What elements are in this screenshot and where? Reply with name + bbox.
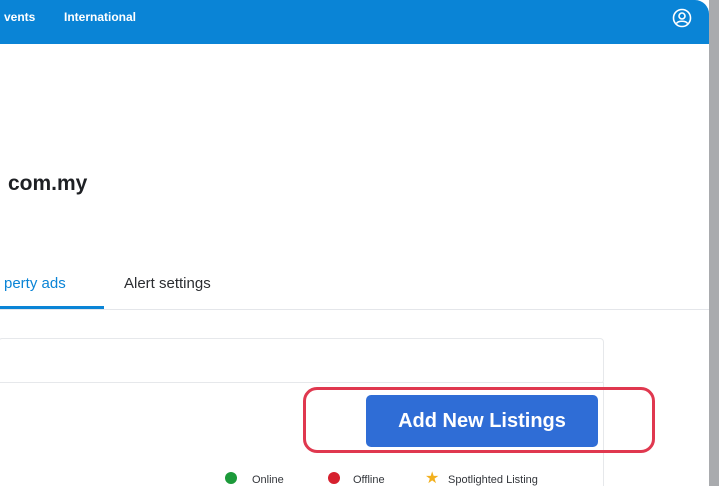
legend-spotlight-label: Spotlighted Listing <box>448 474 538 486</box>
site-domain-title: com.my <box>8 172 88 195</box>
tab-property-ads[interactable]: perty ads <box>4 275 66 292</box>
nav-events-link[interactable]: vents <box>4 10 35 24</box>
star-icon: ★ <box>425 470 440 486</box>
tabs-divider <box>0 309 709 310</box>
filter-input-box[interactable] <box>0 338 604 384</box>
nav-international-link[interactable]: International <box>64 10 136 24</box>
legend-online-label: Online <box>252 474 284 486</box>
window-right-edge <box>709 0 719 486</box>
top-navigation-bar: vents International <box>0 0 709 44</box>
user-circle-icon[interactable] <box>672 8 692 28</box>
tab-alert-settings[interactable]: Alert settings <box>124 275 211 292</box>
offline-status-icon <box>328 472 340 484</box>
online-status-icon <box>225 472 237 484</box>
legend-offline-label: Offline <box>353 474 385 486</box>
main-panel: vents International com.my perty ads Ale… <box>0 0 709 486</box>
highlight-annotation-box <box>303 387 655 453</box>
